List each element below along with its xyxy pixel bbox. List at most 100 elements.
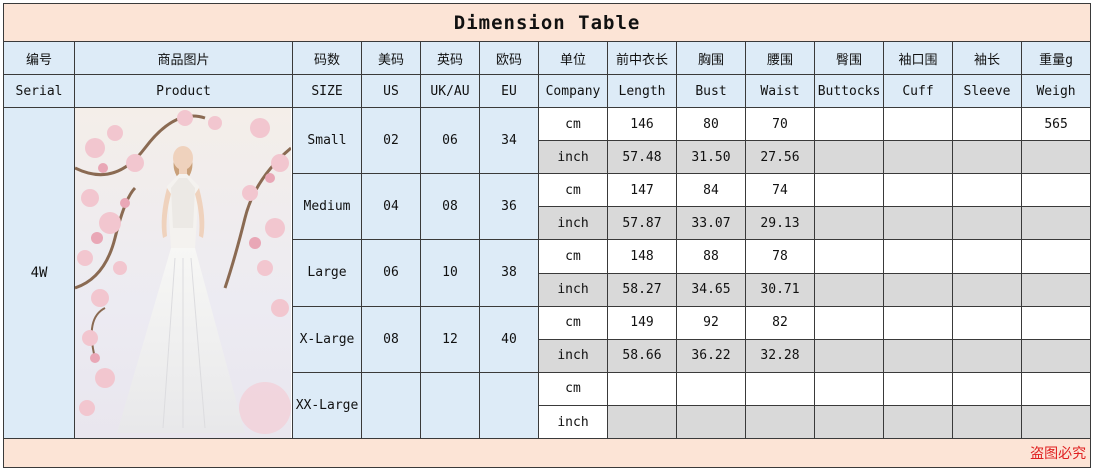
bust-cell: 34.65 xyxy=(676,272,746,307)
eu-size: 36 xyxy=(479,172,539,241)
weight-cell xyxy=(1020,172,1092,208)
header-en-buttocks: Buttocks xyxy=(814,74,884,108)
bust-cell xyxy=(676,371,746,407)
cuff-cell xyxy=(883,172,953,208)
length-cell: 149 xyxy=(607,305,677,340)
length-cell xyxy=(607,405,677,439)
cuff-cell xyxy=(883,107,953,141)
uk-size xyxy=(420,371,480,440)
cuff-cell xyxy=(883,206,953,241)
header-cn-us: 美码 xyxy=(361,41,421,75)
unit-cell: inch xyxy=(538,140,608,174)
unit-cell: cm xyxy=(538,371,608,407)
product-image xyxy=(74,107,293,439)
header-en-unit: Company xyxy=(538,74,608,108)
waist-cell xyxy=(745,371,815,407)
waist-cell: 29.13 xyxy=(745,206,815,241)
unit-cell: cm xyxy=(538,305,608,340)
header-en-us: US xyxy=(361,74,421,108)
buttocks-cell xyxy=(814,371,884,407)
size-label: XX-Large xyxy=(292,371,362,440)
watermark-text: 盗图必究 xyxy=(1030,446,1087,462)
header-cn-unit: 单位 xyxy=(538,41,608,75)
us-size: 04 xyxy=(361,172,421,241)
weight-cell xyxy=(1020,305,1092,340)
unit-cell: inch xyxy=(538,272,608,307)
weight-cell xyxy=(1020,272,1092,307)
header-en-sleeve: Sleeve xyxy=(952,74,1022,108)
eu-size: 40 xyxy=(479,305,539,373)
bust-cell: 88 xyxy=(676,239,746,274)
header-en-bust: Bust xyxy=(676,74,746,108)
header-cn-length: 前中衣长 xyxy=(607,41,677,75)
uk-size: 12 xyxy=(420,305,480,373)
buttocks-cell xyxy=(814,405,884,439)
sleeve-cell xyxy=(952,371,1022,407)
size-label: X-Large xyxy=(292,305,362,373)
length-cell: 146 xyxy=(607,107,677,141)
serial-value: 4W xyxy=(3,107,75,439)
header-cn-weight: 重量g xyxy=(1020,41,1092,75)
header-en-weight: Weigh xyxy=(1020,74,1092,108)
waist-cell: 32.28 xyxy=(745,338,815,373)
sleeve-cell xyxy=(952,272,1022,307)
sleeve-cell xyxy=(952,305,1022,340)
length-cell: 58.66 xyxy=(607,338,677,373)
length-cell: 148 xyxy=(607,239,677,274)
waist-cell: 70 xyxy=(745,107,815,141)
cuff-cell xyxy=(883,405,953,439)
header-en-product: Product xyxy=(74,74,293,108)
buttocks-cell xyxy=(814,206,884,241)
weight-cell xyxy=(1020,371,1092,407)
header-cn-cuff: 袖口围 xyxy=(883,41,953,75)
header-en-uk: UK/AU xyxy=(420,74,480,108)
sleeve-cell xyxy=(952,140,1022,174)
header-cn-product: 商品图片 xyxy=(74,41,293,75)
us-size: 06 xyxy=(361,239,421,307)
length-cell: 58.27 xyxy=(607,272,677,307)
us-size: 02 xyxy=(361,107,421,174)
bust-cell xyxy=(676,405,746,439)
header-en-size: SIZE xyxy=(292,74,362,108)
buttocks-cell xyxy=(814,107,884,141)
dimension-table: Dimension Table 编号 商品图片 码数 美码 英码 欧码 单位 前… xyxy=(2,3,1092,468)
buttocks-cell xyxy=(814,172,884,208)
unit-cell: inch xyxy=(538,206,608,241)
header-en-cuff: Cuff xyxy=(883,74,953,108)
eu-size xyxy=(479,371,539,440)
buttocks-cell xyxy=(814,338,884,373)
dimension-sheet: Dimension Table 编号 商品图片 码数 美码 英码 欧码 单位 前… xyxy=(2,3,1092,468)
weight-cell xyxy=(1020,140,1092,174)
bust-cell: 92 xyxy=(676,305,746,340)
uk-size: 10 xyxy=(420,239,480,307)
us-size xyxy=(361,371,421,440)
header-cn-size: 码数 xyxy=(292,41,362,75)
header-row-en: Serial Product SIZE US UK/AU EU Company … xyxy=(3,74,1092,108)
header-cn-uk: 英码 xyxy=(420,41,480,75)
length-cell: 147 xyxy=(607,172,677,208)
bust-cell: 31.50 xyxy=(676,140,746,174)
header-cn-eu: 欧码 xyxy=(479,41,539,75)
cuff-cell xyxy=(883,239,953,274)
waist-cell: 74 xyxy=(745,172,815,208)
length-cell: 57.87 xyxy=(607,206,677,241)
table-title: Dimension Table xyxy=(2,3,1092,42)
size-label: Medium xyxy=(292,172,362,241)
buttocks-cell xyxy=(814,305,884,340)
size-label: Large xyxy=(292,239,362,307)
sleeve-cell xyxy=(952,405,1022,439)
buttocks-cell xyxy=(814,272,884,307)
sleeve-cell xyxy=(952,206,1022,241)
sleeve-cell xyxy=(952,338,1022,373)
unit-cell: cm xyxy=(538,239,608,274)
waist-cell: 82 xyxy=(745,305,815,340)
sleeve-cell xyxy=(952,107,1022,141)
weight-cell xyxy=(1020,338,1092,373)
header-en-waist: Waist xyxy=(745,74,815,108)
bust-cell: 33.07 xyxy=(676,206,746,241)
header-row-cn: 编号 商品图片 码数 美码 英码 欧码 单位 前中衣长 胸围 腰围 臀围 袖口围… xyxy=(3,41,1092,75)
buttocks-cell xyxy=(814,140,884,174)
weight-cell xyxy=(1020,206,1092,241)
header-cn-waist: 腰围 xyxy=(745,41,815,75)
weight-cell xyxy=(1020,239,1092,274)
